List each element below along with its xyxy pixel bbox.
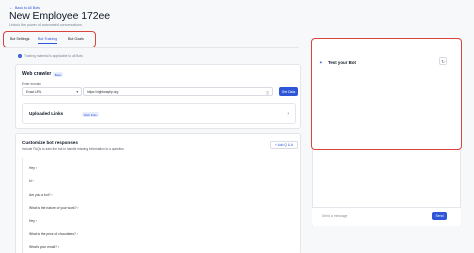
training-note: i Training material is applicable to all… xyxy=(18,54,83,58)
list-item[interactable]: What is the price of chocolates? › xyxy=(29,232,78,236)
info-icon: i xyxy=(18,54,22,58)
chevron-right-icon: › xyxy=(35,166,37,170)
chevron-right-icon: › xyxy=(77,206,79,210)
url-input[interactable]: https://rightwaytip.org ⓘ xyxy=(83,87,273,96)
chevron-right-icon: › xyxy=(287,111,289,117)
list-item[interactable]: hi › xyxy=(29,179,34,183)
list-item[interactable]: What's your email? › xyxy=(29,245,59,249)
tab-divider xyxy=(3,47,299,48)
chevron-right-icon: › xyxy=(76,232,78,236)
list-item[interactable]: What is the nature of your work? › xyxy=(29,206,79,210)
add-qa-button[interactable]: + Add Q & A xyxy=(270,141,298,149)
list-item[interactable]: Are you a bot? › xyxy=(29,193,52,197)
page-title: New Employee 172ee xyxy=(9,10,110,22)
tab-bar: Bot Settings Bot Training Bot Goals xyxy=(3,31,96,48)
bot-responses-card: Customize bot responses Include FAQs to … xyxy=(15,133,301,253)
chevron-right-icon: › xyxy=(51,193,53,197)
send-button[interactable]: Send xyxy=(432,212,447,220)
sparkle-icon: ✦ xyxy=(319,60,323,65)
back-link-label: Back to All Bots xyxy=(15,5,40,10)
tab-bot-goals[interactable]: Bot Goals xyxy=(68,37,84,41)
list-item[interactable]: Hey › xyxy=(29,166,37,170)
chevron-right-icon: › xyxy=(35,219,37,223)
uploaded-links-section[interactable]: Uploaded Links Web links › xyxy=(22,103,296,124)
url-match-select[interactable]: Exact URL ▾ xyxy=(22,87,82,96)
chevron-right-icon: › xyxy=(32,179,34,183)
beta-badge: Beta xyxy=(53,72,63,78)
test-bot-panel: ✦ Test your Bot ↻ xyxy=(311,38,462,150)
uploaded-links-title: Uploaded Links xyxy=(29,111,64,116)
list-item[interactable]: Hey › xyxy=(29,219,37,223)
chat-input-bar: Send a message Send xyxy=(312,207,461,225)
message-input[interactable]: Send a message xyxy=(322,214,347,218)
refresh-icon[interactable]: ↻ xyxy=(439,57,447,65)
tab-bot-settings[interactable]: Bot Settings xyxy=(10,37,29,41)
training-note-text: Training material is applicable to all B… xyxy=(24,54,83,58)
web-crawler-title: Web crawler xyxy=(22,71,52,77)
url-match-value: Exact URL xyxy=(26,90,42,95)
help-icon[interactable]: ⓘ xyxy=(266,90,269,95)
url-input-value: https://rightwaytip.org xyxy=(87,90,119,95)
get-data-button[interactable]: Get Data xyxy=(279,87,298,96)
chevron-down-icon: ▾ xyxy=(76,90,78,95)
question-divider xyxy=(22,158,23,253)
chevron-right-icon: › xyxy=(57,245,59,249)
responses-title: Customize bot responses xyxy=(22,140,78,145)
page-subtitle: Unlock the power of automated conversati… xyxy=(9,23,82,27)
tab-bot-training[interactable]: Bot Training xyxy=(38,37,58,44)
responses-subtitle: Include FAQs to train the bot to handle … xyxy=(22,146,124,151)
web-crawler-card: Web crawler Beta Enter domain Exact URL … xyxy=(15,64,301,129)
domain-label: Enter domain xyxy=(22,82,41,86)
test-bot-title: Test your Bot xyxy=(328,60,356,65)
web-links-badge: Web links xyxy=(82,112,99,118)
